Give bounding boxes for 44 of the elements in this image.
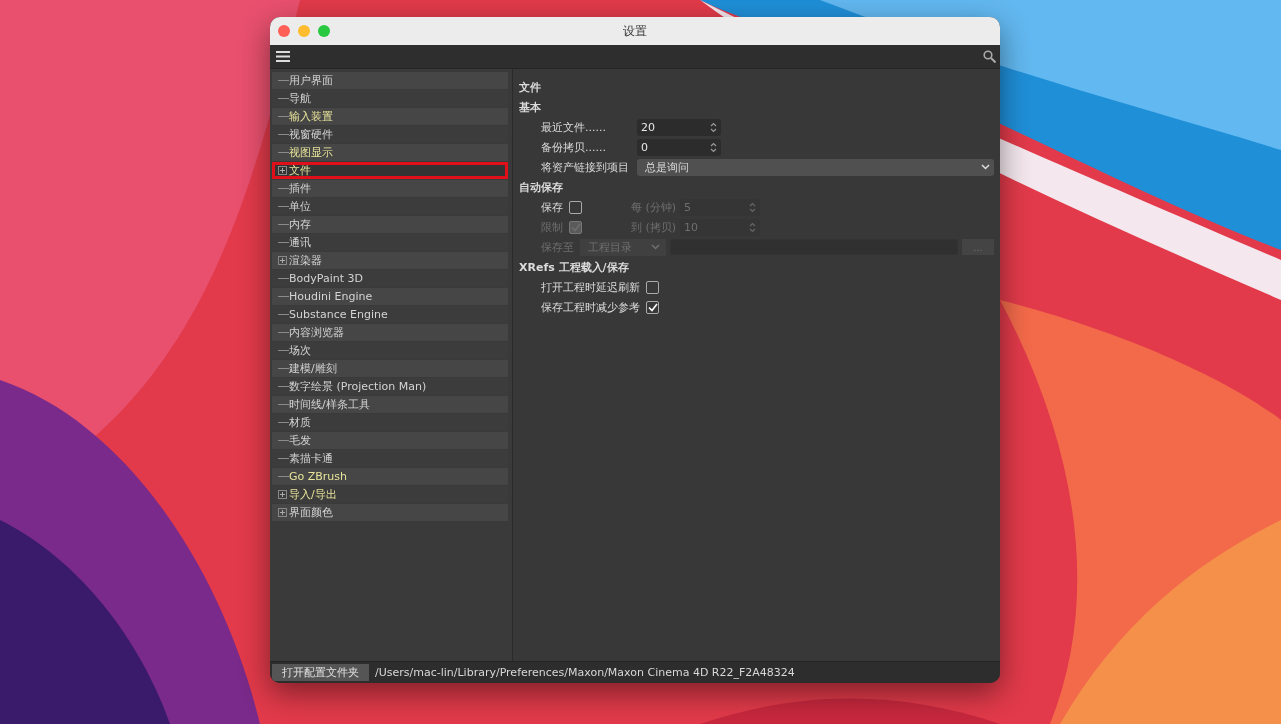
- field-label: 备份拷贝......: [541, 139, 607, 155]
- path-text: /Users/mac-lin/Library/Preferences/Maxon/Maxon Cinema 4D R22_F2A48324: [375, 666, 795, 679]
- field-label: 最近文件......: [541, 119, 607, 135]
- close-button[interactable]: [278, 25, 290, 37]
- sidebar-item[interactable]: 文件: [272, 162, 508, 179]
- checkbox[interactable]: [646, 300, 659, 314]
- section-heading: 基本: [519, 100, 541, 116]
- expand-icon[interactable]: [278, 508, 287, 517]
- sidebar-item[interactable]: 输入装置: [272, 108, 508, 125]
- open-folder-button[interactable]: 打开配置文件夹: [272, 664, 369, 681]
- sidebar-item[interactable]: 用户界面: [272, 72, 508, 89]
- checkbox-label: 打开工程时延迟刷新: [541, 279, 640, 295]
- window-title: 设置: [622, 22, 648, 40]
- search-icon[interactable]: [983, 50, 996, 63]
- sidebar-item[interactable]: 渲染器: [272, 252, 508, 269]
- expand-icon[interactable]: [278, 256, 287, 265]
- menu-icon[interactable]: [276, 51, 290, 62]
- sidebar-item[interactable]: 内容浏览器: [272, 324, 508, 341]
- section-heading: XRefs 工程载入/保存: [519, 260, 629, 276]
- stepper-icon[interactable]: [710, 141, 717, 153]
- section-heading: 自动保存: [519, 180, 563, 196]
- sidebar-item[interactable]: 时间线/样条工具: [272, 396, 508, 413]
- stepper-icon[interactable]: [710, 121, 717, 133]
- sidebar-item[interactable]: Go ZBrush: [272, 468, 508, 485]
- dropdown[interactable]: 总是询问: [637, 158, 994, 176]
- expand-icon[interactable]: [278, 490, 287, 499]
- expand-icon[interactable]: [278, 166, 287, 175]
- sidebar-item[interactable]: Houdini Engine: [272, 288, 508, 305]
- field-label: 将资产链接到项目: [541, 159, 630, 175]
- checkbox-label: 保存工程时减少参考: [541, 299, 640, 315]
- sidebar-item[interactable]: 毛发: [272, 432, 508, 449]
- chevron-icon: [651, 244, 660, 250]
- sidebar-item[interactable]: 视图显示: [272, 144, 508, 161]
- checkbox-label: 保存: [541, 199, 564, 215]
- sidebar-item[interactable]: 插件: [272, 180, 508, 197]
- panel-title: 文件: [519, 80, 541, 96]
- checkbox[interactable]: [569, 200, 582, 214]
- checkbox[interactable]: [646, 280, 659, 294]
- sidebar-item[interactable]: 界面颜色: [272, 504, 508, 521]
- number-field[interactable]: 20: [637, 118, 721, 136]
- sidebar-item[interactable]: 内存: [272, 216, 508, 233]
- sidebar-item[interactable]: 建模/雕刻: [272, 360, 508, 377]
- number-field[interactable]: 0: [637, 138, 721, 156]
- chevron-icon: [981, 164, 990, 170]
